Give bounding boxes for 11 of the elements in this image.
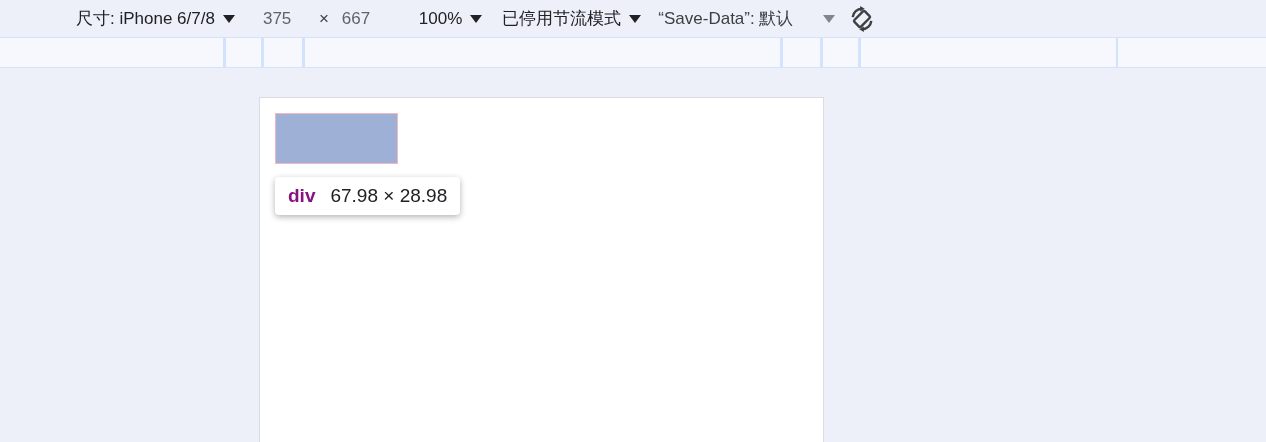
element-size: 67.98 × 28.98 (330, 185, 448, 207)
dropdown[interactable]: “Save-Data”: 默认 (658, 7, 836, 30)
tag-name: div (288, 185, 316, 207)
dropdown[interactable]: 100% (418, 8, 483, 29)
dropdown[interactable]: 尺寸: iPhone 6/7/8 (76, 7, 235, 30)
caret-icon (629, 14, 642, 23)
caret-icon (222, 14, 235, 23)
caret-icon (470, 14, 483, 23)
dropdown[interactable]: 已停用节流模式 (502, 7, 642, 30)
times-sign: × (318, 8, 329, 29)
caret-icon (823, 14, 836, 23)
